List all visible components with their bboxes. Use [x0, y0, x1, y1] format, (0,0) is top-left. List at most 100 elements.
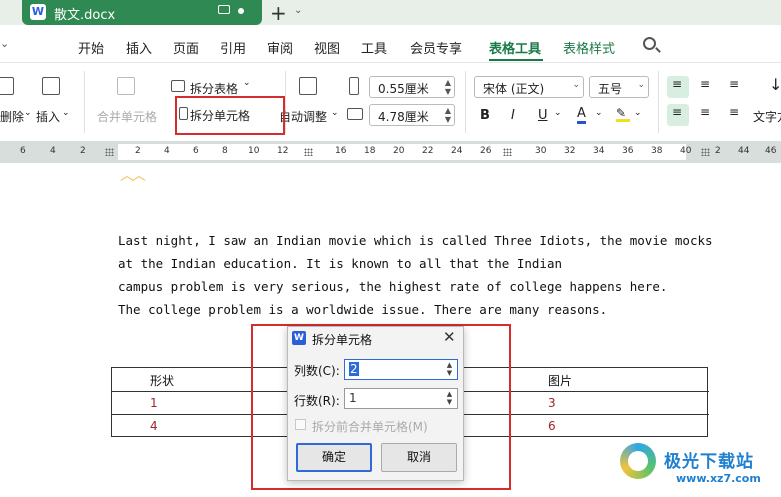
highlight-icon[interactable]: ✎	[616, 106, 630, 122]
ruler-tick-label: 30	[535, 146, 547, 156]
menu-view[interactable]: 视图	[314, 38, 340, 57]
ribbon-separator	[84, 71, 85, 133]
auto-fit-button[interactable]: 自动调整	[279, 108, 327, 125]
auto-fit-chevron-icon[interactable]: ⌄	[331, 108, 339, 118]
rows-value: 1	[349, 391, 357, 405]
menu-references[interactable]: 引用	[220, 38, 246, 57]
menu-bar: ⌄ 开始 插入 页面 引用 审阅 视图 工具 会员专享 表格工具 表格样式	[0, 25, 781, 63]
new-tab-plus-icon[interactable]: +	[270, 1, 287, 25]
split-table-button[interactable]: 拆分表格	[190, 80, 238, 97]
text-direction-icon[interactable]: ↓	[769, 75, 781, 94]
ruler-tick-label: 10	[248, 146, 260, 156]
ribbon-toolbar: 删除 ⌄ 插入 ⌄ 合并单元格 拆分表格 ⌄ 拆分单元格 自动调整 ⌄ 0.55…	[0, 63, 781, 141]
table-cell[interactable]: 6	[548, 419, 556, 433]
menu-insert[interactable]: 插入	[126, 38, 152, 57]
underline-button[interactable]: U	[538, 108, 548, 123]
merge-before-split-checkbox	[295, 419, 306, 430]
align-center-icon[interactable]: ≡	[700, 105, 710, 119]
delete-button[interactable]: 删除	[0, 108, 24, 125]
columns-value: 2	[349, 362, 359, 376]
cancel-button[interactable]: 取消	[381, 443, 457, 472]
menu-tools[interactable]: 工具	[361, 38, 387, 57]
font-size-chevron-icon[interactable]: ⌄	[637, 81, 645, 90]
italic-button[interactable]: I	[511, 108, 515, 123]
auto-fit-icon[interactable]	[299, 77, 317, 95]
delete-icon[interactable]	[0, 77, 14, 95]
table-cell[interactable]: 形状	[150, 372, 174, 389]
columns-label: 列数(C):	[294, 364, 340, 378]
monitor-icon[interactable]	[218, 5, 230, 14]
split-table-chevron-icon[interactable]: ⌄	[243, 78, 251, 88]
menu-table-style[interactable]: 表格样式	[563, 38, 615, 57]
rows-label: 行数(R):	[294, 394, 340, 408]
ruler-tick-label: 36	[622, 146, 634, 156]
align-top-icon: ≡	[672, 77, 683, 91]
menu-chevron-icon[interactable]: ⌄	[0, 37, 9, 50]
column-width-spinner-icon[interactable]: ▲ ▼	[445, 106, 451, 124]
menu-review[interactable]: 审阅	[267, 38, 293, 57]
column-marker-icon[interactable]	[105, 148, 114, 156]
ruler-tick-label: 34	[593, 146, 605, 156]
ruler-tick-label: 40	[680, 146, 692, 156]
ruler-tick-label: 4	[164, 146, 170, 156]
align-left-icon: ≡	[672, 105, 683, 119]
column-marker-icon[interactable]	[503, 148, 512, 156]
watermark-text: 极光下载站	[664, 452, 754, 472]
columns-input[interactable]: 2 ▲ ▼	[344, 359, 458, 380]
ruler-tick-label: 18	[364, 146, 376, 156]
column-marker-icon[interactable]	[304, 148, 313, 156]
close-icon[interactable]: ✕	[443, 328, 456, 346]
column-width-input[interactable]: 4.78厘米 ▲ ▼	[369, 104, 455, 126]
row-height-spinner-icon[interactable]: ▲ ▼	[445, 78, 451, 96]
document-tab[interactable]: W 散文.docx	[22, 0, 262, 25]
ruler-tick-label: 4	[50, 146, 56, 156]
watermark-url: www.xz7.com	[676, 472, 761, 485]
align-middle-icon[interactable]: ≡	[700, 77, 710, 91]
menu-table-tools[interactable]: 表格工具	[489, 38, 541, 57]
insert-chevron-icon[interactable]: ⌄	[62, 108, 70, 118]
delete-chevron-icon[interactable]: ⌄	[24, 108, 32, 118]
dialog-title: 拆分单元格	[312, 333, 373, 347]
align-bottom-icon[interactable]: ≡	[729, 77, 739, 91]
font-color-chevron-icon[interactable]: ⌄	[595, 108, 603, 118]
paragraph-line: The college problem is a worldwide issue…	[118, 302, 608, 317]
unsaved-dot-icon	[238, 8, 244, 14]
insert-icon[interactable]	[42, 77, 60, 95]
ribbon-separator	[465, 71, 466, 133]
ruler-tick-label: 2	[135, 146, 141, 156]
document-tab-label: 散文.docx	[54, 8, 116, 23]
ruler-tick-label: 22	[422, 146, 434, 156]
rows-input[interactable]: 1 ▲ ▼	[344, 388, 458, 409]
ruler-tick-label: 6	[193, 146, 199, 156]
underline-chevron-icon[interactable]: ⌄	[554, 108, 562, 118]
font-name-select[interactable]: 宋体 (正文) ⌄	[474, 76, 584, 98]
font-color-button[interactable]: A	[577, 106, 586, 124]
table-cell[interactable]: 图片	[548, 372, 572, 389]
search-icon[interactable]	[643, 37, 656, 50]
ruler-tick-label: 44	[738, 146, 750, 156]
column-marker-icon[interactable]	[701, 148, 710, 156]
split-cells-highlight	[175, 96, 285, 135]
menu-page[interactable]: 页面	[173, 38, 199, 57]
insert-button[interactable]: 插入	[36, 108, 60, 125]
align-right-icon[interactable]: ≡	[729, 105, 739, 119]
font-name-chevron-icon[interactable]: ⌄	[572, 81, 580, 90]
rows-spinner-icon[interactable]: ▲ ▼	[443, 390, 456, 407]
split-table-icon	[171, 80, 185, 92]
row-height-input[interactable]: 0.55厘米 ▲ ▼	[369, 76, 455, 98]
merge-cells-icon	[117, 77, 135, 95]
table-cell[interactable]: 1	[150, 396, 158, 410]
text-direction-button[interactable]: 文字方	[753, 108, 781, 125]
table-cell[interactable]: 4	[150, 419, 158, 433]
font-size-select[interactable]: 五号 ⌄	[589, 76, 649, 98]
table-cell[interactable]: 3	[548, 396, 556, 410]
tab-list-chevron-icon[interactable]: ⌄	[294, 5, 302, 16]
menu-vip[interactable]: 会员专享	[410, 38, 462, 57]
menu-home[interactable]: 开始	[78, 38, 104, 57]
columns-spinner-icon[interactable]: ▲ ▼	[443, 361, 456, 378]
active-tab-underline	[489, 59, 543, 61]
ok-button[interactable]: 确定	[296, 443, 372, 472]
ruler-tick-label: 38	[651, 146, 663, 156]
highlight-chevron-icon[interactable]: ⌄	[634, 108, 642, 118]
bold-button[interactable]: B	[480, 108, 490, 123]
